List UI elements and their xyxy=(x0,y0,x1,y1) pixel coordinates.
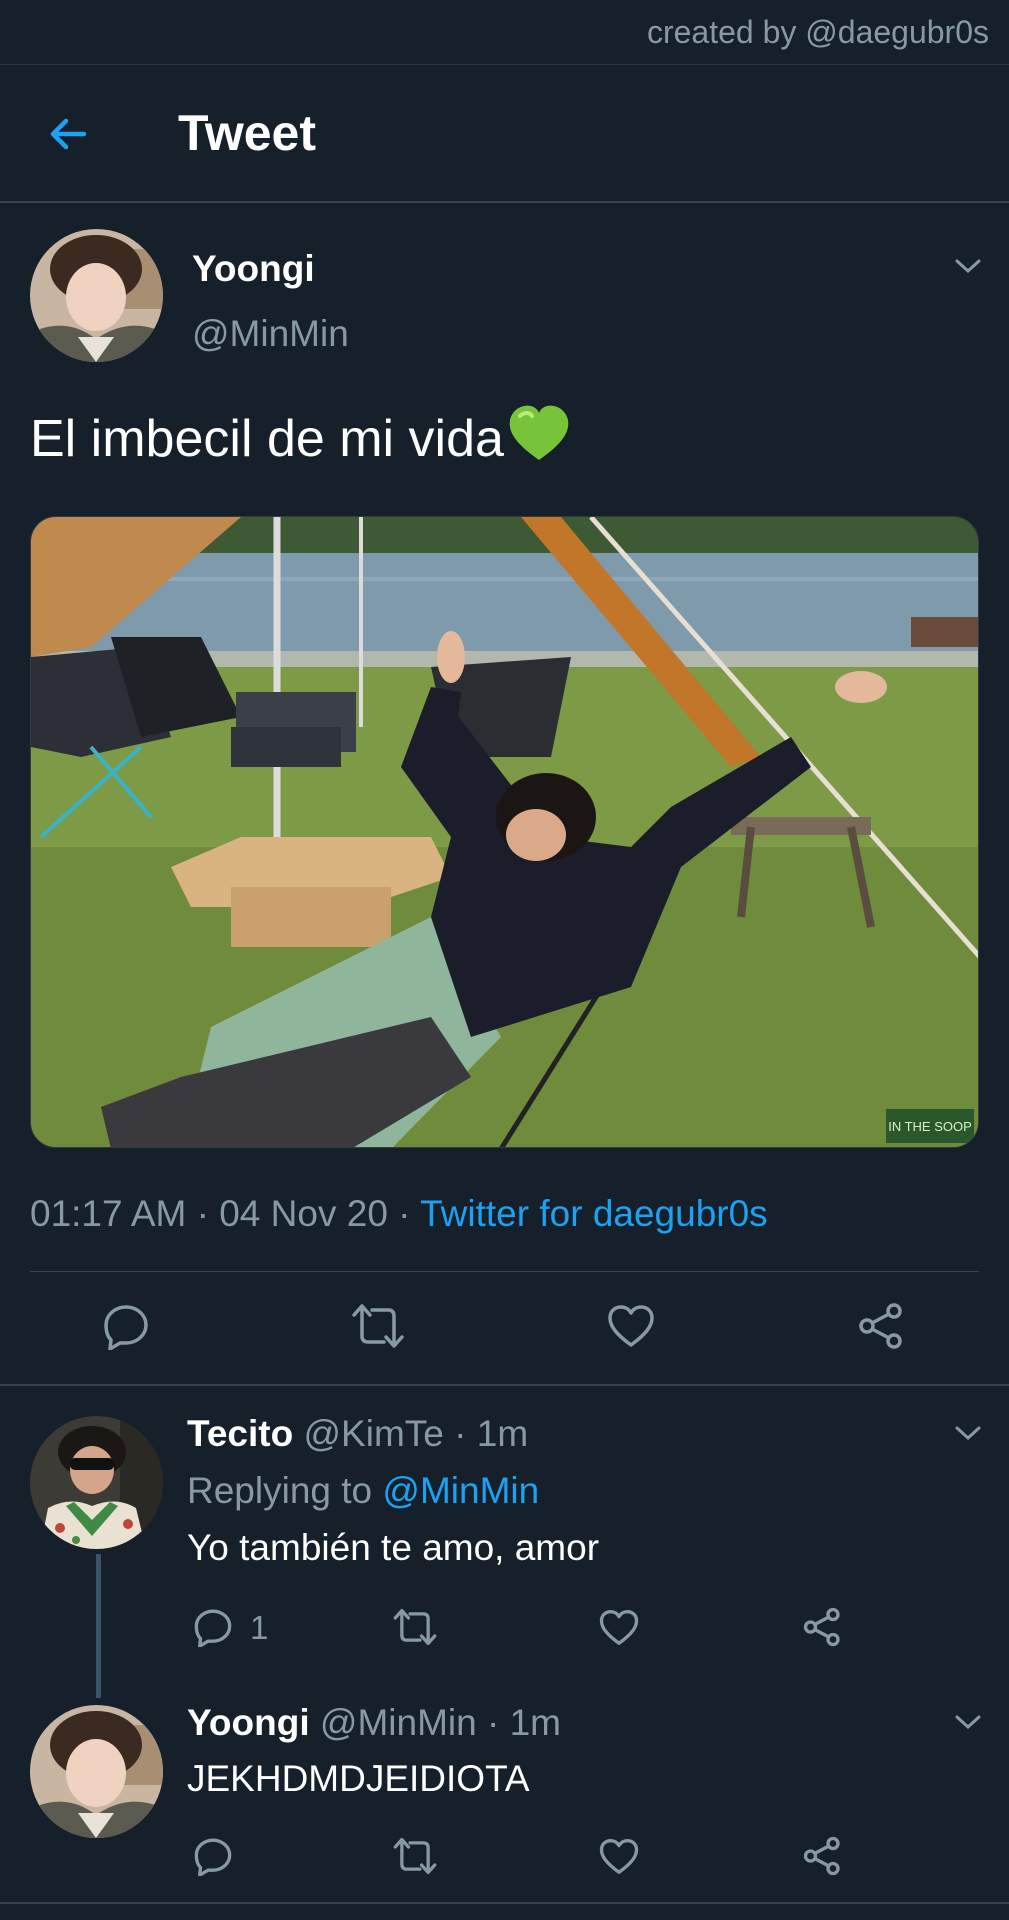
header-divider xyxy=(0,201,1009,203)
tweet-source-link[interactable]: Twitter for daegubr0s xyxy=(420,1193,768,1234)
tweet-time: 01:17 AM xyxy=(30,1193,187,1234)
reply-author-handle[interactable]: @MinMin xyxy=(320,1702,477,1743)
tweet-text: El imbecil de mi vida xyxy=(30,404,572,477)
like-heart-icon[interactable] xyxy=(607,1304,655,1348)
reply-icon[interactable] xyxy=(193,1836,233,1876)
author-name[interactable]: Yoongi xyxy=(192,248,315,290)
chevron-down-icon[interactable] xyxy=(953,1712,983,1732)
photo-watermark: IN THE SOOP xyxy=(888,1119,972,1134)
green-heart-icon xyxy=(506,404,572,477)
bottom-divider xyxy=(0,1902,1009,1904)
reply-header: Tecito @KimTe · 1m xyxy=(187,1413,528,1455)
reply-icon[interactable] xyxy=(102,1302,150,1350)
like-heart-icon[interactable] xyxy=(599,1838,639,1875)
meta-separator: · xyxy=(387,1193,421,1234)
share-icon[interactable] xyxy=(803,1836,843,1876)
thread-connector-line xyxy=(96,1554,101,1698)
avatar[interactable] xyxy=(30,1705,163,1838)
tweet-photo[interactable]: IN THE SOOP xyxy=(30,516,979,1148)
reply-author-handle[interactable]: @KimTe xyxy=(304,1413,444,1454)
share-icon[interactable] xyxy=(858,1302,906,1350)
reply-text: JEKHDMDJEIDIOTA xyxy=(187,1758,530,1799)
watermark-text: created by @daegubr0s xyxy=(646,14,989,50)
page-title: Tweet xyxy=(178,105,316,161)
retweet-icon[interactable] xyxy=(392,1836,438,1876)
avatar[interactable] xyxy=(30,229,163,362)
retweet-icon[interactable] xyxy=(350,1302,406,1350)
chevron-down-icon[interactable] xyxy=(953,256,983,276)
like-heart-icon[interactable] xyxy=(599,1609,639,1646)
back-arrow-icon[interactable] xyxy=(44,110,92,158)
replying-to-label: Replying to xyxy=(187,1470,383,1511)
author-handle[interactable]: @MinMin xyxy=(192,313,349,355)
reply-header: Yoongi @MinMin · 1m xyxy=(187,1702,561,1744)
reply-time: · 1m xyxy=(443,1413,529,1454)
top-divider xyxy=(0,64,1009,65)
replying-to: Replying to @MinMin xyxy=(187,1470,539,1512)
reply-text: Yo también te amo, amor xyxy=(187,1527,600,1568)
actions-divider xyxy=(0,1384,1009,1386)
tweet-meta: 01:17 AM · 04 Nov 20 · Twitter for daegu… xyxy=(30,1193,768,1235)
tweet-date: 04 Nov 20 xyxy=(219,1193,388,1234)
reply-count: 1 xyxy=(250,1609,269,1646)
tweet-text-body: El imbecil de mi vida xyxy=(30,410,504,468)
reply-author-name[interactable]: Tecito xyxy=(187,1413,293,1454)
meta-separator: · xyxy=(186,1193,220,1234)
reply-icon[interactable] xyxy=(193,1607,233,1647)
meta-divider xyxy=(30,1271,979,1272)
reply-author-name[interactable]: Yoongi xyxy=(187,1702,310,1743)
avatar[interactable] xyxy=(30,1416,163,1549)
chevron-down-icon[interactable] xyxy=(953,1423,983,1443)
reply-time: · 1m xyxy=(476,1702,561,1743)
retweet-icon[interactable] xyxy=(392,1607,438,1647)
share-icon[interactable] xyxy=(803,1607,843,1647)
replying-to-handle[interactable]: @MinMin xyxy=(382,1470,539,1511)
